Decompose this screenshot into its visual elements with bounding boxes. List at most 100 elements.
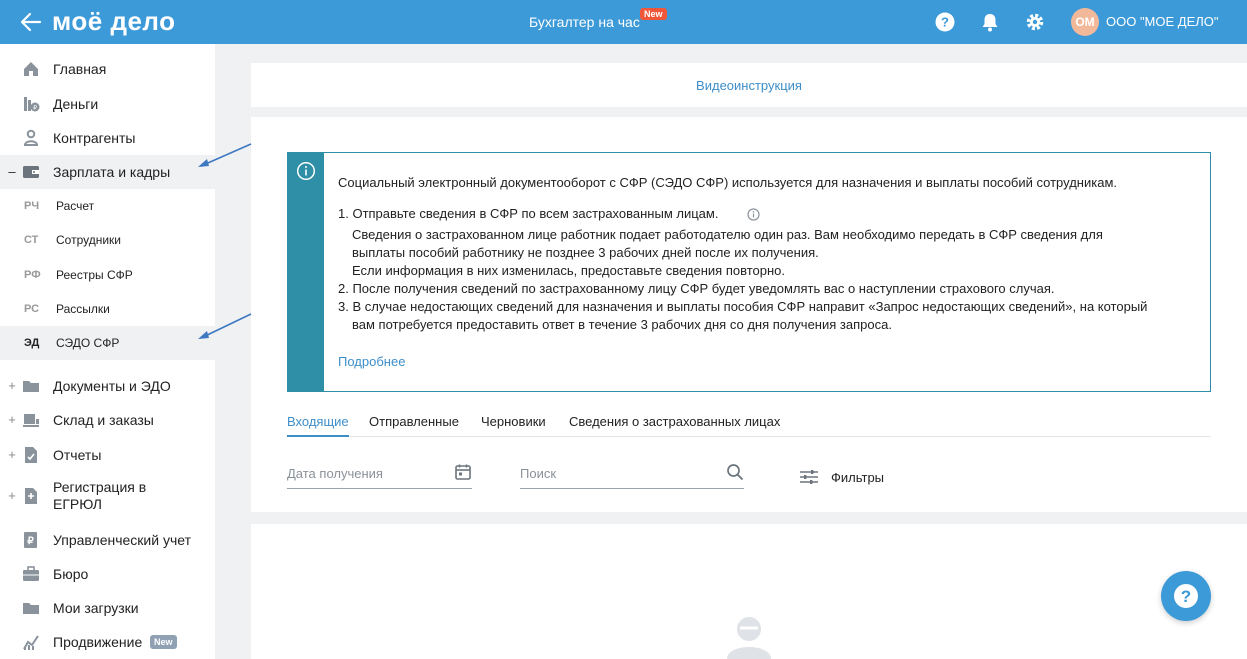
promo-link[interactable]: Бухгалтер на час: [529, 14, 640, 30]
sidebar-item-registration[interactable]: + Регистрация в ЕГРЮЛ: [0, 472, 215, 520]
tab-bar: Входящие Отправленные Черновики Сведения…: [287, 414, 1211, 437]
more-info-link[interactable]: Подробнее: [338, 354, 405, 369]
wallet-icon: [23, 166, 39, 178]
top-bar: моё дело Бухгалтер на час New ? ОМ ООО "…: [0, 0, 1247, 44]
sidebar-item-label: Зарплата и кадры: [53, 164, 171, 180]
sidebar-subitem-mailings[interactable]: РС Рассылки: [0, 292, 215, 326]
main-card: Социальный электронный документооборот с…: [251, 117, 1247, 512]
contractors-icon: [23, 129, 39, 146]
sidebar-item-label: Мои загрузки: [53, 600, 139, 616]
video-card: Видеоинструкция: [251, 63, 1247, 107]
sidebar-subitem-calculation[interactable]: РЧ Расчет: [0, 189, 215, 223]
sidebar-item-contractors[interactable]: Контрагенты: [0, 121, 215, 155]
subitem-label: Рассылки: [56, 302, 110, 316]
tab-incoming[interactable]: Входящие: [287, 414, 349, 437]
svg-text:₽: ₽: [33, 105, 37, 112]
date-field[interactable]: [287, 463, 472, 489]
tab-insured-persons[interactable]: Сведения о застрахованных лицах: [569, 414, 780, 437]
home-icon: [24, 62, 38, 76]
subitem-abbr: ЭД: [24, 337, 40, 349]
info-small-icon[interactable]: [747, 208, 760, 221]
company-name[interactable]: ООО "МОЕ ДЕЛО": [1106, 14, 1219, 29]
avatar[interactable]: ОМ: [1071, 8, 1099, 36]
sidebar-item-promotion[interactable]: Продвижение New: [0, 625, 215, 659]
sidebar-item-bureau[interactable]: Бюро: [0, 557, 215, 591]
subitem-abbr: РС: [24, 303, 40, 315]
info-step-3-line-1: 3. В случае недостающих сведений для наз…: [338, 299, 1148, 314]
search-icon[interactable]: [726, 463, 744, 481]
sidebar-item-label: Отчеты: [53, 447, 102, 463]
tab-sent[interactable]: Отправленные: [369, 414, 459, 437]
tab-drafts[interactable]: Черновики: [481, 414, 546, 437]
sidebar-item-label: Продвижение: [53, 634, 143, 650]
subitem-abbr: РЧ: [24, 200, 40, 212]
search-input[interactable]: [520, 463, 680, 483]
info-step-2: 2. После получения сведений по застрахов…: [338, 281, 1055, 296]
expand-toggle[interactable]: +: [7, 378, 17, 393]
sidebar-item-downloads[interactable]: Мои загрузки: [0, 591, 215, 625]
annotation-arrow-icon: [198, 143, 252, 167]
help-icon[interactable]: ?: [934, 11, 956, 33]
subitem-label: СЭДО СФР: [56, 336, 120, 350]
downloads-folder-icon: [23, 603, 39, 614]
sidebar-item-label: Главная: [53, 61, 107, 77]
money-icon: ₽: [24, 97, 40, 112]
empty-state-card: [251, 524, 1247, 659]
filters-button[interactable]: Фильтры: [799, 467, 884, 487]
sidebar-subitem-sfr-registers[interactable]: РФ Реестры СФР: [0, 258, 215, 292]
info-intro: Социальный электронный документооборот с…: [338, 175, 1117, 190]
svg-text:₽: ₽: [27, 536, 34, 547]
video-instruction-link[interactable]: Видеоинструкция: [251, 78, 1247, 93]
sidebar-item-label: Деньги: [53, 96, 99, 112]
chart-icon: [23, 635, 39, 650]
sidebar-item-label: Регистрация в ЕГРЮЛ: [53, 479, 147, 512]
svg-text:?: ?: [1181, 587, 1191, 606]
sidebar-item-label: Склад и заказы: [53, 412, 154, 428]
subitem-label: Расчет: [56, 199, 95, 213]
back-arrow-icon[interactable]: [18, 9, 44, 35]
collapse-toggle[interactable]: –: [7, 164, 17, 179]
sidebar-item-warehouse[interactable]: + Склад и заказы: [0, 403, 215, 437]
info-step-1: 1. Отправьте сведения в СФР по всем заст…: [338, 206, 719, 221]
filters-label: Фильтры: [831, 469, 885, 485]
sidebar-item-management[interactable]: ₽ Управленческий учет: [0, 523, 215, 557]
annotation-arrow-icon: [198, 313, 252, 339]
svg-text:?: ?: [941, 15, 949, 30]
sidebar-item-reports[interactable]: + Отчеты: [0, 438, 215, 472]
sidebar-subitem-sedo-sfr[interactable]: ЭД СЭДО СФР: [0, 326, 215, 360]
subitem-label: Сотрудники: [56, 233, 121, 247]
info-step-1-line-2: выплаты пособий работнику не позднее 3 р…: [352, 245, 819, 260]
sidebar-subitem-employees[interactable]: СТ Сотрудники: [0, 223, 215, 257]
subitem-abbr: СТ: [24, 234, 39, 246]
gear-icon[interactable]: [1024, 11, 1046, 33]
calendar-icon[interactable]: [454, 463, 472, 481]
date-input[interactable]: [287, 463, 447, 483]
new-badge: New: [640, 8, 667, 20]
sidebar-item-home[interactable]: Главная: [0, 52, 215, 86]
sidebar-item-label: Документы и ЭДО: [53, 378, 171, 394]
expand-toggle[interactable]: +: [7, 412, 17, 427]
sidebar-item-documents[interactable]: + Документы и ЭДО: [0, 369, 215, 403]
subitem-label: Реестры СФР: [56, 268, 133, 282]
registration-icon: [25, 488, 37, 504]
subitem-abbr: РФ: [24, 269, 41, 281]
briefcase-icon: [23, 566, 39, 581]
empty-user-illustration-icon: [727, 617, 771, 659]
search-field[interactable]: [520, 463, 744, 489]
info-box: Социальный электронный документооборот с…: [287, 152, 1211, 392]
new-badge: New: [150, 635, 177, 649]
logo[interactable]: моё дело: [52, 6, 175, 37]
info-step-1-line-1: Сведения о застрахованном лице работник …: [352, 227, 1103, 242]
sidebar-item-money[interactable]: ₽ Деньги: [0, 87, 215, 121]
ruble-doc-icon: ₽: [24, 532, 37, 548]
report-icon: [25, 447, 37, 463]
sidebar-item-payroll[interactable]: – Зарплата и кадры: [0, 155, 215, 189]
expand-toggle[interactable]: +: [7, 447, 17, 462]
help-icon: ?: [1174, 584, 1198, 608]
bell-icon[interactable]: [979, 11, 1001, 33]
expand-toggle[interactable]: +: [7, 488, 17, 503]
sidebar-item-label: Управленческий учет: [53, 532, 191, 548]
info-strip: [288, 153, 324, 391]
floating-help-button[interactable]: ?: [1161, 571, 1211, 621]
warehouse-icon: [23, 414, 39, 427]
